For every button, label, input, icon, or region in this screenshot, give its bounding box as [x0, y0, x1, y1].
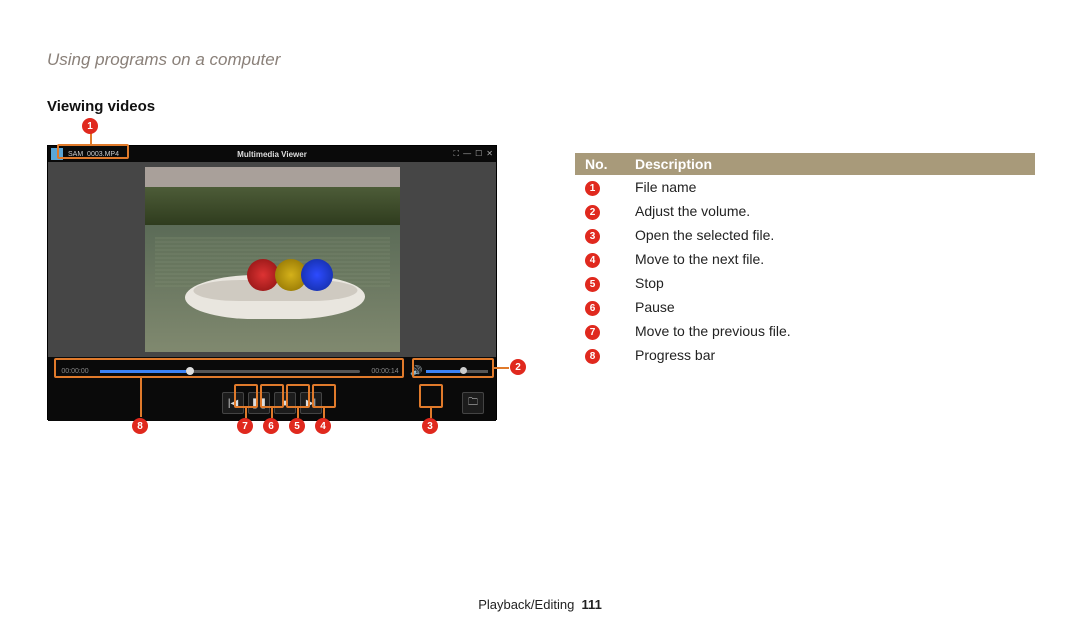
row-num: 4	[585, 253, 600, 268]
footer: Playback/Editing 111	[0, 597, 1080, 612]
maximize-icon[interactable]: ☐	[475, 149, 482, 159]
row-desc: Progress bar	[625, 343, 1035, 367]
row-num: 5	[585, 277, 600, 292]
row-desc: Move to the previous file.	[625, 319, 1035, 343]
table-row: 6 Pause	[575, 295, 1035, 319]
callout-box-1	[57, 144, 129, 159]
row-num: 7	[585, 325, 600, 340]
row-desc: Pause	[625, 295, 1035, 319]
table-row: 3 Open the selected file.	[575, 223, 1035, 247]
window-buttons: ⛶ — ☐ ✕	[454, 149, 493, 159]
table-row: 2 Adjust the volume.	[575, 199, 1035, 223]
callout-tag-5: 5	[289, 418, 305, 434]
table-row: 8 Progress bar	[575, 343, 1035, 367]
close-icon[interactable]: ✕	[486, 149, 493, 159]
table-row: 5 Stop	[575, 271, 1035, 295]
th-no: No.	[575, 153, 625, 175]
row-desc: Adjust the volume.	[625, 199, 1035, 223]
window-title: Multimedia Viewer	[237, 150, 307, 159]
video-frame	[145, 167, 400, 352]
leader-5	[297, 408, 299, 418]
leader-4	[323, 408, 325, 418]
table-row: 4 Move to the next file.	[575, 247, 1035, 271]
open-file-button[interactable]: 🗀	[462, 392, 484, 414]
leader-6	[271, 408, 273, 418]
breadcrumb: Using programs on a computer	[47, 50, 280, 70]
footer-chapter: Playback/Editing	[478, 597, 574, 612]
leader-3	[430, 408, 432, 418]
row-num: 6	[585, 301, 600, 316]
table-row: 1 File name	[575, 175, 1035, 199]
leader-7	[245, 408, 247, 418]
callout-tag-3: 3	[422, 418, 438, 434]
callout-box-2	[412, 358, 494, 378]
th-desc: Description	[625, 153, 1035, 175]
row-desc: File name	[625, 175, 1035, 199]
row-num: 3	[585, 229, 600, 244]
footer-page: 111	[582, 597, 602, 612]
leader-8	[140, 377, 142, 417]
callout-tag-4: 4	[315, 418, 331, 434]
leader-2	[494, 367, 509, 369]
multimedia-viewer-window: SAM_0003.MP4 Multimedia Viewer ⛶ — ☐ ✕ 0…	[47, 145, 497, 420]
section-heading: Viewing videos	[47, 98, 155, 115]
callout-tag-8: 8	[132, 418, 148, 434]
callout-box-8	[54, 358, 404, 378]
row-num: 2	[585, 205, 600, 220]
row-desc: Open the selected file.	[625, 223, 1035, 247]
callout-box-6	[260, 384, 284, 408]
callout-tag-7: 7	[237, 418, 253, 434]
callout-box-5	[286, 384, 310, 408]
minimize-icon[interactable]: —	[463, 149, 471, 159]
table-row: 7 Move to the previous file.	[575, 319, 1035, 343]
fullscreen-icon[interactable]: ⛶	[454, 149, 460, 159]
description-table: No. Description 1 File name 2 Adjust the…	[575, 153, 1035, 367]
row-num: 1	[585, 181, 600, 196]
row-desc: Stop	[625, 271, 1035, 295]
callout-tag-6: 6	[263, 418, 279, 434]
callout-box-4	[312, 384, 336, 408]
row-desc: Move to the next file.	[625, 247, 1035, 271]
callout-tag-2: 2	[510, 359, 526, 375]
video-area	[48, 162, 496, 357]
row-num: 8	[585, 349, 600, 364]
callout-box-3	[419, 384, 443, 408]
callout-box-7	[234, 384, 258, 408]
callout-tag-1: 1	[82, 118, 98, 134]
